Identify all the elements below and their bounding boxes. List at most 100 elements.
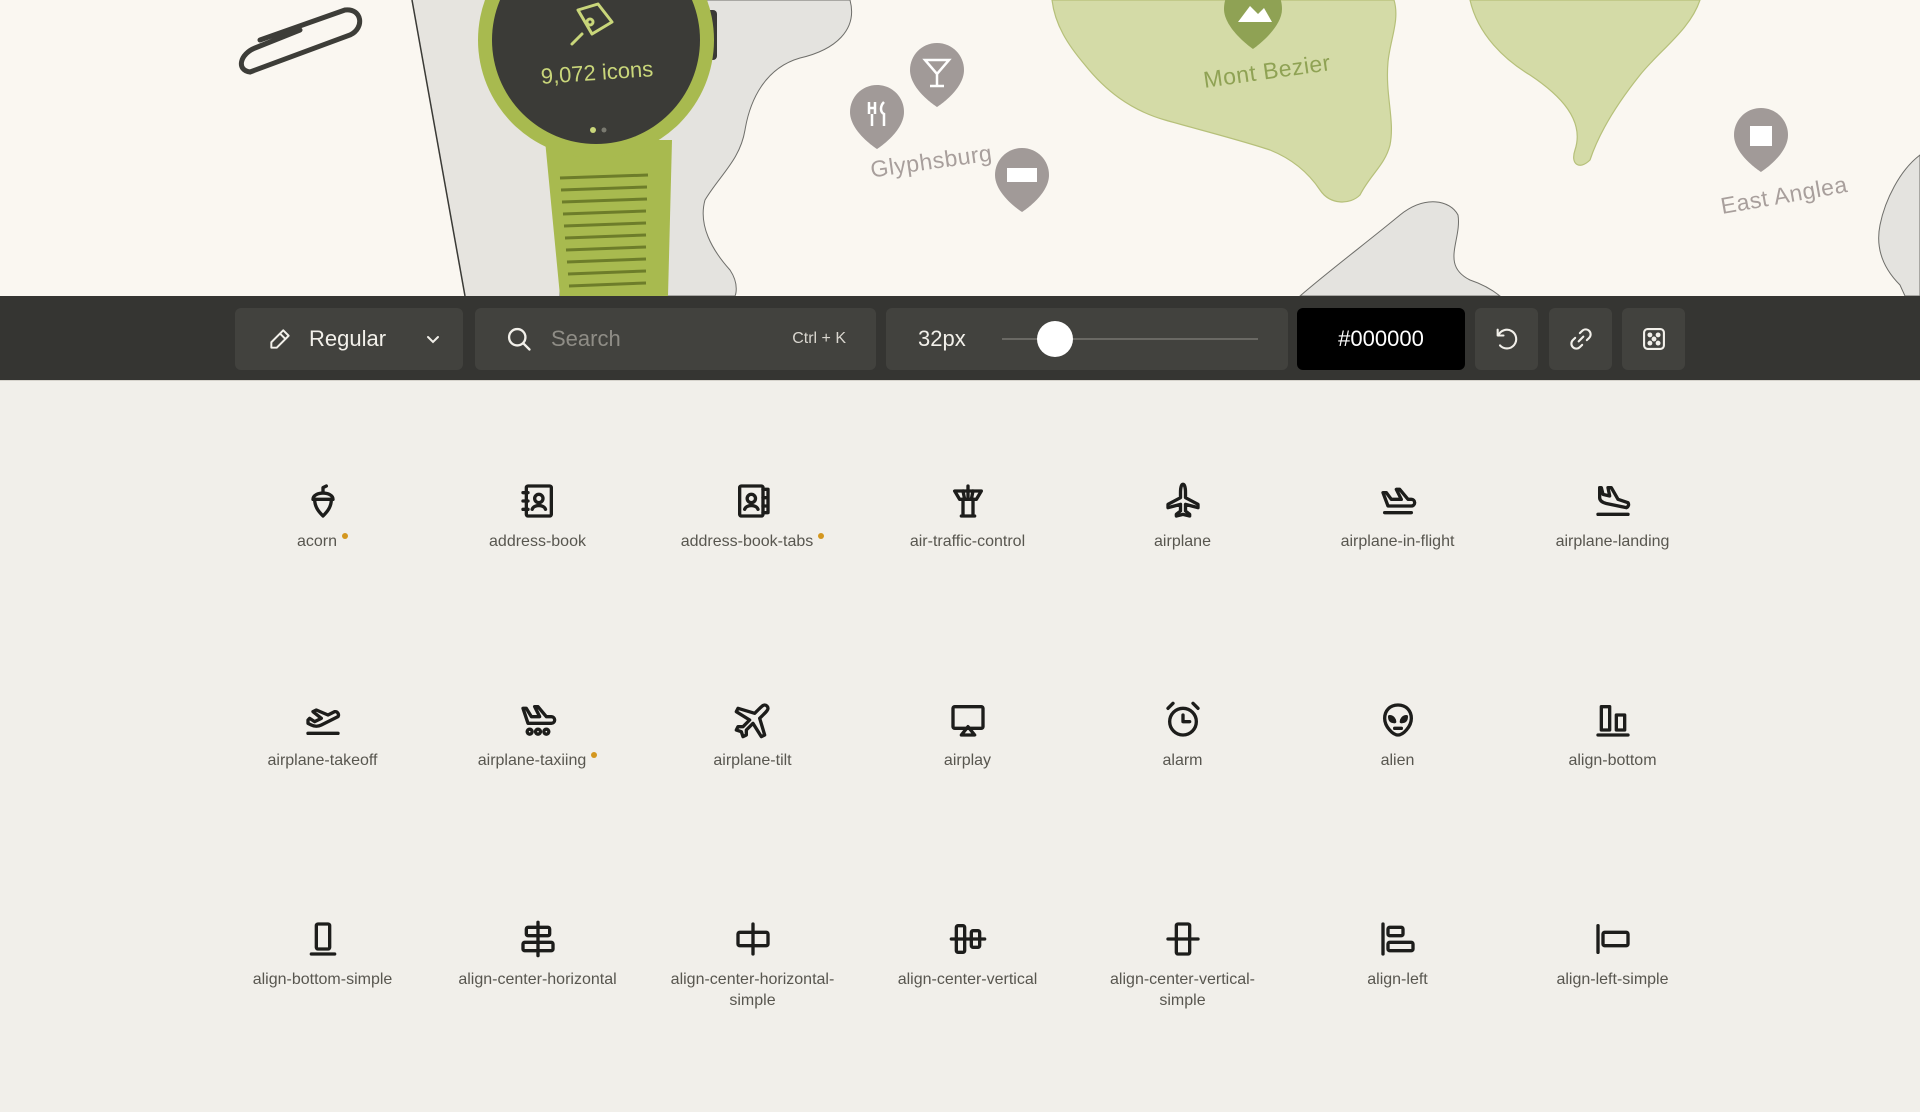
icon-name: align-bottom-simple	[253, 969, 393, 990]
airplay-icon	[948, 700, 988, 740]
icon-card[interactable]: align-left	[1290, 893, 1505, 1112]
icon-name-text: air-traffic-control	[909, 533, 1026, 550]
toolbar: Regular Search Ctrl + K 32px #000000	[0, 296, 1920, 381]
icon-grid: acorn address-book address-book-tabs air-tr…	[215, 455, 1720, 1112]
address-book-icon	[518, 481, 558, 521]
icon-card[interactable]: align-left-simple	[1505, 893, 1720, 1112]
align-center-horizontal-simple-icon	[733, 919, 773, 959]
icon-name-text: airplane-landing	[1555, 533, 1670, 550]
airplane-landing-icon	[1593, 481, 1633, 521]
size-control: 32px	[886, 308, 1288, 370]
new-indicator-dot	[342, 533, 349, 539]
icon-card[interactable]: airplane-takeoff	[215, 674, 430, 893]
icon-name: alien	[1381, 750, 1415, 771]
icon-name: airplane-tilt	[713, 750, 791, 771]
icon-name-text: airplay	[943, 752, 992, 769]
copy-link-button[interactable]	[1549, 308, 1612, 370]
weight-dropdown[interactable]: Regular	[235, 308, 463, 370]
icon-card[interactable]: align-bottom	[1505, 674, 1720, 893]
icon-card[interactable]: align-center-horizontal-simple	[645, 893, 860, 1112]
air-traffic-control-icon	[948, 481, 988, 521]
slider-thumb[interactable]	[1037, 321, 1074, 357]
icon-name: align-left-simple	[1556, 969, 1668, 990]
icon-card[interactable]: align-center-horizontal	[430, 893, 645, 1112]
icon-name: align-bottom	[1568, 750, 1656, 771]
search-icon	[507, 327, 531, 351]
hero-map: 9,072 icons Glyphsburg Mont Bezier East …	[0, 0, 1920, 296]
icon-name: address-book	[489, 531, 586, 552]
icon-card[interactable]: air-traffic-control	[860, 455, 1075, 674]
icon-name-text: airplane-tilt	[713, 752, 792, 769]
search-input[interactable]: Search Ctrl + K	[475, 308, 876, 370]
icon-name: align-center-horizontal	[458, 969, 616, 990]
icon-card[interactable]: align-center-vertical-simple	[1075, 893, 1290, 1112]
icon-card[interactable]: airplane-in-flight	[1290, 455, 1505, 674]
icon-name: airplane-landing	[1556, 531, 1670, 552]
align-center-vertical-simple-icon	[1163, 919, 1203, 959]
icon-card[interactable]: airplay	[860, 674, 1075, 893]
chevron-down-icon	[427, 336, 439, 344]
icon-name-text: address-book-tabs	[680, 533, 814, 550]
size-value: 32px	[918, 326, 966, 351]
icon-name: airplane-taxiing	[478, 750, 598, 771]
pencil-icon	[270, 329, 290, 349]
align-left-simple-icon	[1593, 919, 1633, 959]
icon-card[interactable]: address-book-tabs	[645, 455, 860, 674]
icon-name: airplane-in-flight	[1341, 531, 1455, 552]
icon-card[interactable]: airplane-taxiing	[430, 674, 645, 893]
airplane-takeoff-icon	[303, 700, 343, 740]
icon-name-text: alien	[1380, 752, 1415, 769]
airplane-taxiing-icon	[518, 700, 558, 740]
icon-name-text: align-center-vertical-simple	[1110, 971, 1255, 1009]
align-center-vertical-icon	[948, 919, 988, 959]
address-book-tabs-icon	[733, 481, 773, 521]
icon-card[interactable]: airplane-landing	[1505, 455, 1720, 674]
icon-card[interactable]: alien	[1290, 674, 1505, 893]
color-picker[interactable]: #000000	[1297, 308, 1465, 370]
icon-name: air-traffic-control	[910, 531, 1025, 552]
new-indicator-dot	[591, 752, 598, 758]
icon-name: align-center-vertical	[898, 969, 1038, 990]
align-bottom-icon	[1593, 700, 1633, 740]
new-indicator-dot	[818, 533, 825, 539]
icon-name-text: align-left	[1367, 971, 1428, 988]
icon-card[interactable]: airplane-tilt	[645, 674, 860, 893]
icon-card[interactable]: align-center-vertical	[860, 893, 1075, 1112]
icon-name: align-left	[1367, 969, 1427, 990]
icon-name-text: alarm	[1162, 752, 1203, 769]
icon-card[interactable]: align-bottom-simple	[215, 893, 430, 1112]
icon-card[interactable]: acorn	[215, 455, 430, 674]
icon-name-text: align-center-vertical	[897, 971, 1038, 988]
search-placeholder: Search	[551, 326, 621, 351]
icon-name-text: airplane-takeoff	[267, 752, 378, 769]
randomize-button[interactable]	[1622, 308, 1685, 370]
icon-name-text: address-book	[489, 533, 586, 550]
alien-icon	[1378, 700, 1418, 740]
icon-name-text: airplane	[1154, 533, 1211, 550]
icon-name: align-center-vertical-simple	[1088, 969, 1278, 1011]
icon-card[interactable]: alarm	[1075, 674, 1290, 893]
icon-card[interactable]: address-book	[430, 455, 645, 674]
icon-name-text: align-bottom-simple	[252, 971, 393, 988]
icon-name: airplane	[1154, 531, 1211, 552]
reset-button[interactable]	[1475, 308, 1538, 370]
link-icon	[1569, 328, 1592, 350]
acorn-icon	[303, 481, 343, 521]
align-center-horizontal-icon	[518, 919, 558, 959]
icon-name: address-book-tabs	[681, 531, 825, 552]
weight-label: Regular	[309, 326, 387, 351]
airplane-tilt-icon	[733, 700, 773, 740]
dice-icon	[1642, 328, 1665, 350]
icon-name-text: align-center-horizontal-simple	[670, 971, 835, 1009]
icon-name-text: airplane-in-flight	[1340, 533, 1455, 550]
icon-name-text: align-center-horizontal	[458, 971, 617, 988]
alarm-icon	[1163, 700, 1203, 740]
icon-name-text: align-bottom	[1568, 752, 1657, 769]
icon-name: acorn	[296, 531, 349, 552]
icon-name: airplane-takeoff	[268, 750, 378, 771]
icon-name-text: acorn	[296, 533, 338, 550]
icon-card[interactable]: airplane	[1075, 455, 1290, 674]
airplane-in-flight-icon	[1378, 481, 1418, 521]
size-slider[interactable]	[1002, 321, 1258, 357]
icon-name: airplay	[944, 750, 991, 771]
